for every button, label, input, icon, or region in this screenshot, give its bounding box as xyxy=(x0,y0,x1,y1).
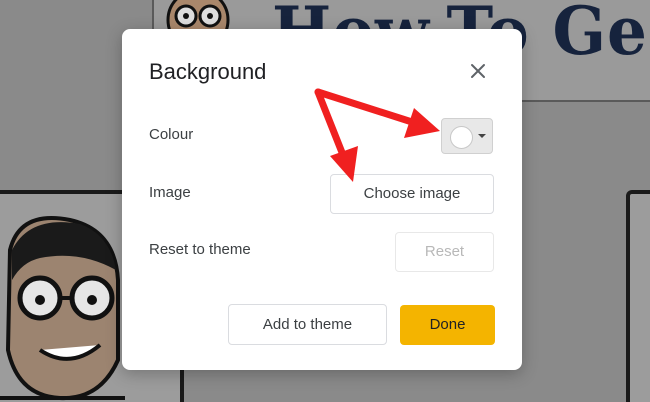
choose-image-button[interactable]: Choose image xyxy=(330,174,494,214)
reset-button[interactable]: Reset xyxy=(395,232,494,272)
background-dialog: Background Colour Image Choose image Res… xyxy=(122,29,522,370)
colour-picker-button[interactable] xyxy=(441,118,493,154)
image-label: Image xyxy=(149,184,191,201)
slide-thumbnail xyxy=(626,190,650,402)
done-button[interactable]: Done xyxy=(400,305,495,345)
colour-swatch xyxy=(450,126,473,149)
close-button[interactable] xyxy=(466,59,490,83)
reset-to-theme-label: Reset to theme xyxy=(149,241,251,258)
dialog-title: Background xyxy=(149,59,267,84)
caret-down-icon xyxy=(478,134,486,138)
cartoon-avatar-icon xyxy=(0,216,125,401)
close-icon xyxy=(471,64,485,78)
colour-label: Colour xyxy=(149,126,194,143)
add-to-theme-button[interactable]: Add to theme xyxy=(228,304,387,345)
